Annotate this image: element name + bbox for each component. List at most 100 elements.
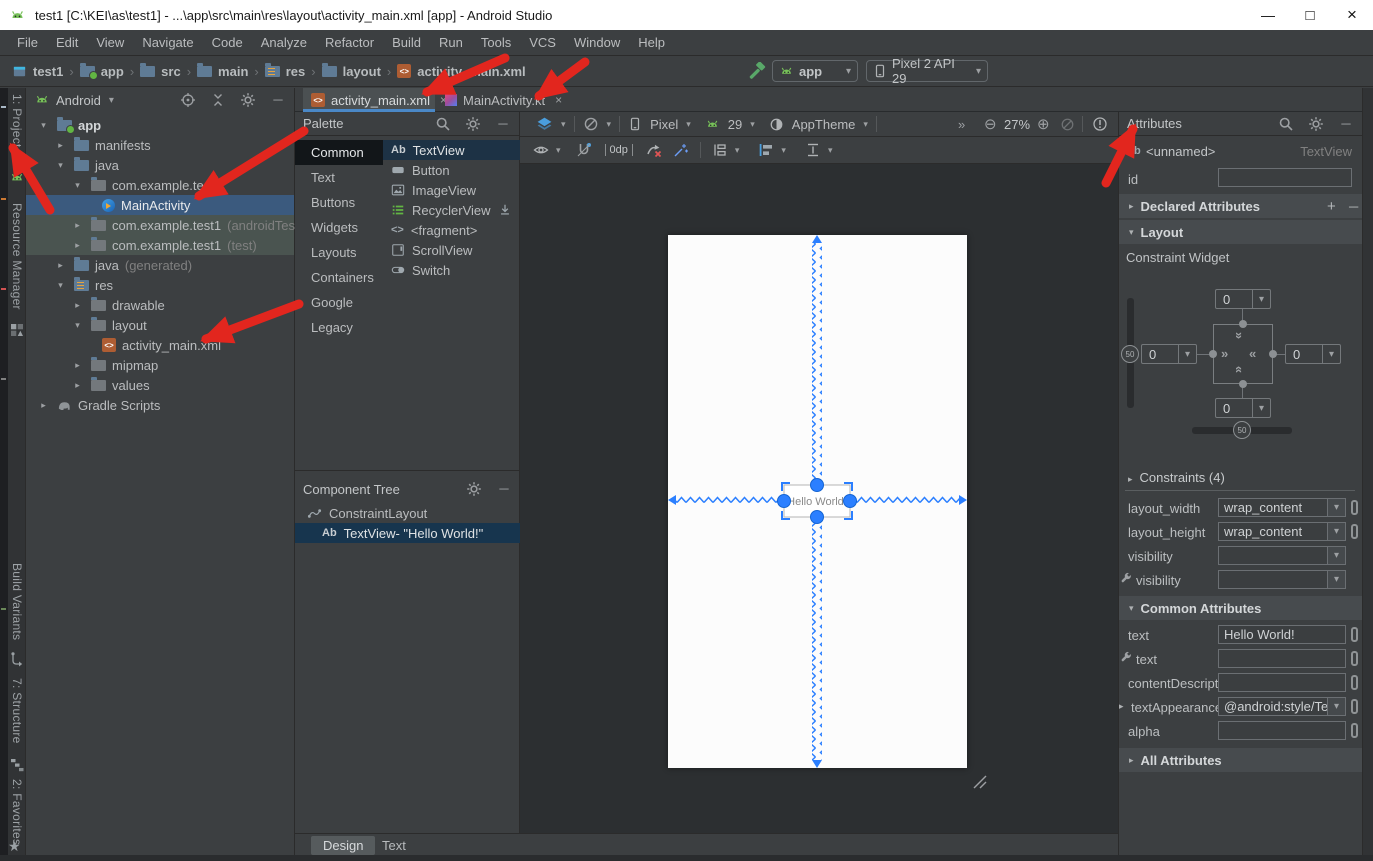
wrap-spring-left-icon[interactable]: »: [1221, 346, 1228, 361]
horizontal-bias-badge[interactable]: 50: [1233, 421, 1251, 439]
component-tree-item-textview[interactable]: Ab TextView- "Hello World!": [295, 523, 520, 543]
palette-item-scrollview[interactable]: ScrollView: [383, 240, 520, 260]
menu-navigate[interactable]: Navigate: [133, 35, 202, 50]
tree-item-mainactivity[interactable]: MainActivity: [26, 195, 294, 215]
gear-icon[interactable]: [1308, 116, 1324, 132]
breadcrumb-app[interactable]: app: [101, 64, 124, 79]
stripe-build-variants-button[interactable]: Build Variants: [10, 563, 24, 640]
menu-refactor[interactable]: Refactor: [316, 35, 383, 50]
constraint-handle-left[interactable]: [778, 495, 791, 508]
breadcrumb-layout[interactable]: layout: [343, 64, 381, 79]
theme-select[interactable]: AppTheme: [792, 117, 856, 132]
constraint-anchor-top[interactable]: [1239, 320, 1247, 328]
target-device-select[interactable]: Pixel 2 API 29 ▾: [866, 60, 988, 82]
clear-constraints-icon[interactable]: [646, 142, 662, 158]
tools-visibility-dropdown[interactable]: ▾: [1218, 570, 1346, 589]
panel-splitter[interactable]: [295, 470, 520, 471]
menu-vcs[interactable]: VCS: [520, 35, 565, 50]
tree-chevron-icon[interactable]: ▸: [53, 140, 68, 151]
run-configuration-select[interactable]: app ▾: [772, 60, 858, 82]
guidelines-icon[interactable]: [712, 142, 728, 158]
wrap-spring-right-icon[interactable]: «: [1249, 346, 1256, 361]
stripe-project-button[interactable]: 1: Project: [10, 94, 24, 148]
component-tree-item-constraintlayout[interactable]: ConstraintLayout: [295, 503, 520, 523]
constraint-handle-bottom[interactable]: [811, 511, 824, 524]
tree-item-package[interactable]: ▾ com.example.test1: [26, 175, 294, 195]
gear-icon[interactable]: [466, 481, 482, 497]
tree-item-package-androidtest[interactable]: ▸ com.example.test1 (androidTest): [26, 215, 294, 235]
gear-icon[interactable]: [465, 116, 481, 132]
favorites-star-icon[interactable]: ★: [8, 838, 21, 855]
gear-icon[interactable]: [240, 92, 256, 108]
hide-panel-icon[interactable]: ─: [496, 481, 512, 497]
project-stripe-icon[interactable]: [9, 170, 25, 186]
remove-attribute-button[interactable]: ─: [1349, 199, 1358, 214]
breadcrumb-src[interactable]: src: [161, 64, 181, 79]
build-hammer-icon[interactable]: [748, 62, 766, 80]
tree-chevron-icon[interactable]: ▾: [53, 160, 68, 171]
menu-analyze[interactable]: Analyze: [252, 35, 316, 50]
collapse-all-icon[interactable]: [210, 92, 226, 108]
tree-chevron-icon[interactable]: ▸: [70, 360, 85, 371]
visibility-dropdown[interactable]: ▾: [1218, 546, 1346, 565]
chevron-right-icon[interactable]: ▸: [1119, 701, 1124, 712]
palette-category-containers[interactable]: Containers: [295, 265, 383, 290]
zoom-in-button[interactable]: ⊕: [1037, 115, 1050, 133]
section-constraints[interactable]: ▸Constraints (4): [1128, 470, 1225, 485]
tree-chevron-icon[interactable]: ▸: [53, 260, 68, 271]
layout-height-dropdown[interactable]: wrap_content ▾: [1218, 522, 1346, 541]
margin-bottom-dropdown[interactable]: 0 ▾: [1215, 398, 1271, 418]
pick-resource-flag[interactable]: [1351, 627, 1358, 642]
alpha-field[interactable]: [1218, 721, 1346, 740]
canvas-resize-grip[interactable]: [970, 772, 990, 790]
tree-chevron-icon[interactable]: ▾: [36, 120, 51, 131]
breadcrumb-main[interactable]: main: [218, 64, 248, 79]
tree-item-values[interactable]: ▸ values: [26, 375, 294, 395]
design-canvas-artboard[interactable]: Hello World!: [668, 235, 967, 768]
structure-stripe-icon[interactable]: [9, 757, 25, 773]
toolbar-overflow-chevron[interactable]: »: [958, 117, 965, 132]
search-icon[interactable]: [1278, 116, 1294, 132]
maximize-button[interactable]: □: [1289, 0, 1331, 30]
api-level-select[interactable]: 29: [728, 117, 742, 132]
project-view-selector[interactable]: Android: [56, 93, 101, 108]
pick-resource-flag[interactable]: [1351, 500, 1358, 515]
close-button[interactable]: ×: [1331, 0, 1373, 30]
zoom-to-fit-icon[interactable]: [1060, 117, 1075, 132]
default-margin-button[interactable]: 0dp: [605, 144, 633, 156]
tree-chevron-icon[interactable]: ▸: [70, 380, 85, 391]
stripe-structure-button[interactable]: 7: Structure: [10, 678, 24, 744]
breadcrumb-res[interactable]: res: [286, 64, 306, 79]
tree-chevron-icon[interactable]: ▸: [70, 240, 85, 251]
section-declared-attributes[interactable]: ▸ Declared Attributes + ─: [1119, 194, 1362, 218]
tree-item-res[interactable]: ▾ res: [26, 275, 294, 295]
margin-left-dropdown[interactable]: 0 ▾: [1141, 344, 1197, 364]
palette-category-google[interactable]: Google: [295, 290, 383, 315]
constraint-handle-top[interactable]: [811, 479, 824, 492]
constraint-anchor-left[interactable]: [1209, 350, 1217, 358]
margin-right-dropdown[interactable]: 0 ▾: [1285, 344, 1341, 364]
constraint-anchor-right[interactable]: [1269, 350, 1277, 358]
close-tab-icon[interactable]: ×: [555, 93, 562, 107]
menu-run[interactable]: Run: [430, 35, 472, 50]
pick-resource-flag[interactable]: [1351, 699, 1358, 714]
device-select[interactable]: Pixel: [650, 117, 678, 132]
zoom-out-button[interactable]: ⊖: [984, 115, 997, 133]
palette-category-buttons[interactable]: Buttons: [295, 190, 383, 215]
tab-text[interactable]: Text: [370, 836, 418, 855]
tree-item-manifests[interactable]: ▸ manifests: [26, 135, 294, 155]
margin-top-dropdown[interactable]: 0 ▾: [1215, 289, 1271, 309]
menu-view[interactable]: View: [87, 35, 133, 50]
autoconnect-magnet-icon[interactable]: [576, 142, 592, 158]
pick-resource-flag[interactable]: [1351, 723, 1358, 738]
tab-mainactivity-kt[interactable]: MainActivity.kt ×: [437, 88, 563, 112]
palette-category-layouts[interactable]: Layouts: [295, 240, 383, 265]
build-variants-stripe-icon[interactable]: [9, 651, 25, 667]
infer-constraints-wand-icon[interactable]: [673, 142, 689, 158]
tree-item-activity-main-xml[interactable]: activity_main.xml: [26, 335, 294, 355]
menu-file[interactable]: File: [8, 35, 47, 50]
pick-resource-flag[interactable]: [1351, 651, 1358, 666]
tree-item-gradle-scripts[interactable]: ▸ Gradle Scripts: [26, 395, 294, 415]
vertical-bias-badge[interactable]: 50: [1121, 345, 1139, 363]
palette-item-recyclerview[interactable]: RecyclerView: [383, 200, 520, 220]
